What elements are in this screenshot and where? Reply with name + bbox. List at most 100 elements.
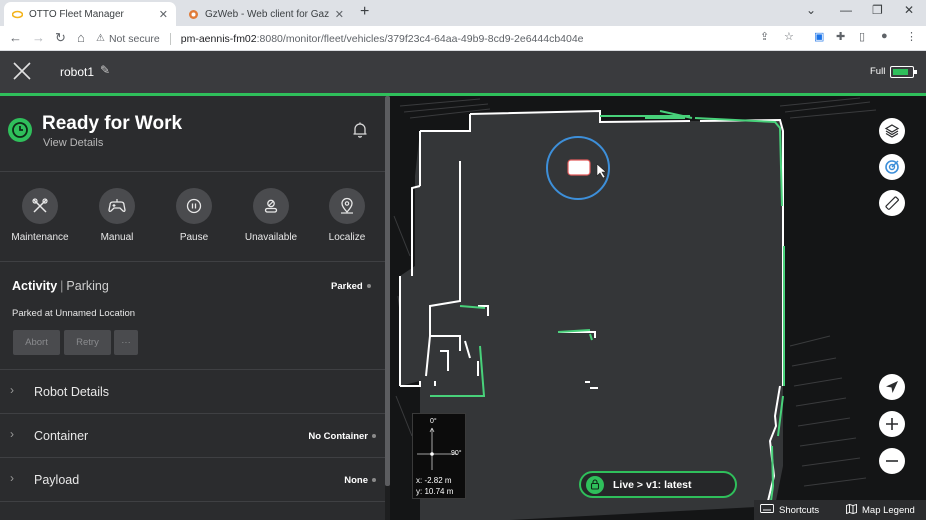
map-legend-icon [846, 503, 857, 517]
reload-icon[interactable]: ↻ [55, 30, 66, 46]
compass-zero-label: 0° [430, 418, 437, 425]
chevron-right-icon: › [10, 383, 14, 397]
status-dot [372, 478, 376, 483]
new-tab-icon[interactable]: + [360, 3, 369, 21]
activity-state: Parked [331, 281, 371, 292]
bell-icon[interactable] [351, 121, 369, 139]
localize-button[interactable]: Localize [309, 188, 385, 243]
chevron-right-icon: › [10, 471, 14, 485]
container-value: No Container [308, 431, 368, 442]
robot-header: robot1 ✎ Full [0, 51, 926, 93]
browser-tab-strip: OTTO Fleet Manager ✕ GzWeb - Web client … [0, 0, 926, 26]
status-dot [366, 284, 371, 289]
status-title: Ready for Work [42, 113, 183, 134]
close-tab-icon[interactable]: ✕ [159, 8, 168, 21]
puzzle-icon[interactable]: ✚ [836, 30, 845, 43]
omnibox-divider [169, 32, 171, 45]
live-map-version-button[interactable]: Live > v1: latest [579, 471, 737, 498]
battery-icon [890, 66, 917, 78]
navigate-arrow-icon[interactable] [879, 374, 905, 400]
tools-icon [22, 188, 58, 224]
tab-otto-fleet-manager[interactable]: OTTO Fleet Manager ✕ [4, 2, 176, 26]
forward-icon[interactable]: → [32, 30, 45, 45]
shortcuts-button[interactable]: Shortcuts [754, 500, 840, 520]
robot-name: robot1 [60, 65, 95, 79]
home-icon[interactable]: ⌂ [77, 30, 85, 45]
map-legend-label: Map Legend [862, 504, 915, 516]
occupancy-map [393, 97, 877, 520]
abort-button[interactable]: Abort [13, 330, 60, 355]
close-icon[interactable] [12, 61, 32, 81]
view-details-link[interactable]: View Details [43, 137, 103, 149]
activity-title: Activity [12, 279, 58, 293]
chevron-right-icon: › [10, 427, 14, 441]
retry-button[interactable]: Retry [64, 330, 111, 355]
unavailable-icon [253, 188, 289, 224]
coordinate-compass: 0° 90° x: -2.82 m y: 10.74 m [412, 413, 466, 499]
activity-location: Parked at Unnamed Location [12, 308, 136, 319]
robot-panel: Ready for Work View Details Maintenance … [0, 96, 388, 520]
bookmark-star-icon[interactable]: ☆ [784, 30, 794, 43]
pause-button[interactable]: Pause [156, 188, 232, 243]
battery-label: Full [870, 66, 886, 77]
zoom-in-icon[interactable] [879, 411, 905, 437]
section-label: Robot Details [34, 385, 110, 399]
tab-gzweb[interactable]: GzWeb - Web client for Gazebo ✕ [180, 2, 352, 26]
layers-icon[interactable] [879, 118, 905, 144]
lock-icon [586, 475, 604, 494]
keyboard-icon [760, 504, 774, 516]
heading-separator: | [60, 279, 64, 293]
window-close-icon[interactable]: ✕ [904, 3, 914, 17]
payload-row[interactable]: › Payload None [0, 458, 388, 502]
robot-marker[interactable] [567, 159, 591, 176]
map-canvas[interactable]: 0° 90° x: -2.82 m y: 10.74 m Live > v1: … [390, 96, 926, 520]
manual-button[interactable]: Manual [79, 188, 155, 243]
zoom-out-icon[interactable] [879, 448, 905, 474]
address-toolbar: ← → ↻ ⌂ ⚠ Not secure pm-aennis-fm02 :808… [0, 26, 926, 51]
tab-search-chevron-icon[interactable]: ⌄ [806, 3, 816, 17]
gamepad-icon [99, 188, 135, 224]
close-tab-icon[interactable]: ✕ [335, 8, 344, 21]
target-tool-icon[interactable] [879, 154, 905, 180]
unavailable-button[interactable]: Unavailable [233, 188, 309, 243]
profile-avatar-icon[interactable]: ● [881, 30, 888, 42]
coordinate-x: x: -2.82 m [416, 476, 452, 485]
minimize-icon[interactable]: — [840, 3, 852, 17]
container-row[interactable]: › Container No Container [0, 414, 388, 458]
security-label: Not secure [108, 32, 160, 45]
maintenance-button[interactable]: Maintenance [2, 188, 78, 243]
pause-icon [176, 188, 212, 224]
activity-mission: Parking [66, 279, 109, 293]
compass-ninety-label: 90° [451, 450, 462, 457]
omnibox[interactable]: ⚠ Not secure pm-aennis-fm02 :8080/monito… [96, 28, 803, 49]
back-icon[interactable]: ← [9, 30, 22, 45]
payload-value: None [344, 475, 368, 486]
clock-icon [8, 118, 32, 142]
action-label: Localize [328, 232, 366, 243]
section-label: Payload [34, 473, 80, 487]
gazebo-favicon-icon [188, 9, 199, 20]
location-pin-icon [329, 188, 365, 224]
edit-icon[interactable]: ✎ [100, 63, 110, 77]
url-host: pm-aennis-fm02 [180, 32, 257, 45]
ruler-icon[interactable] [879, 190, 905, 216]
share-icon[interactable]: ⇪ [760, 30, 769, 43]
warning-icon: ⚠ [96, 33, 105, 44]
extension-icon[interactable]: ▣ [814, 30, 824, 43]
section-value: None [344, 475, 376, 486]
coordinate-y: y: 10.74 m [416, 487, 454, 496]
status-dot [372, 434, 376, 439]
action-label: Manual [100, 232, 134, 243]
status-section: Ready for Work View Details [0, 96, 388, 172]
activity-state-label: Parked [331, 281, 363, 292]
browser-menu-icon[interactable]: ⋮ [906, 30, 917, 43]
side-panel-icon[interactable]: ▯ [859, 30, 865, 43]
map-legend-button[interactable]: Map Legend [840, 500, 926, 520]
tab-title: OTTO Fleet Manager [29, 8, 124, 20]
action-bar: Maintenance Manual Pause Unavailable Loc… [0, 172, 388, 262]
url-path: :8080/monitor/fleet/vehicles/379f23c4-64… [256, 32, 584, 45]
section-label: Container [34, 429, 89, 443]
more-options-button[interactable]: ··· [114, 330, 138, 355]
restore-icon[interactable]: ❐ [872, 3, 883, 17]
robot-details-row[interactable]: › Robot Details [0, 370, 388, 414]
